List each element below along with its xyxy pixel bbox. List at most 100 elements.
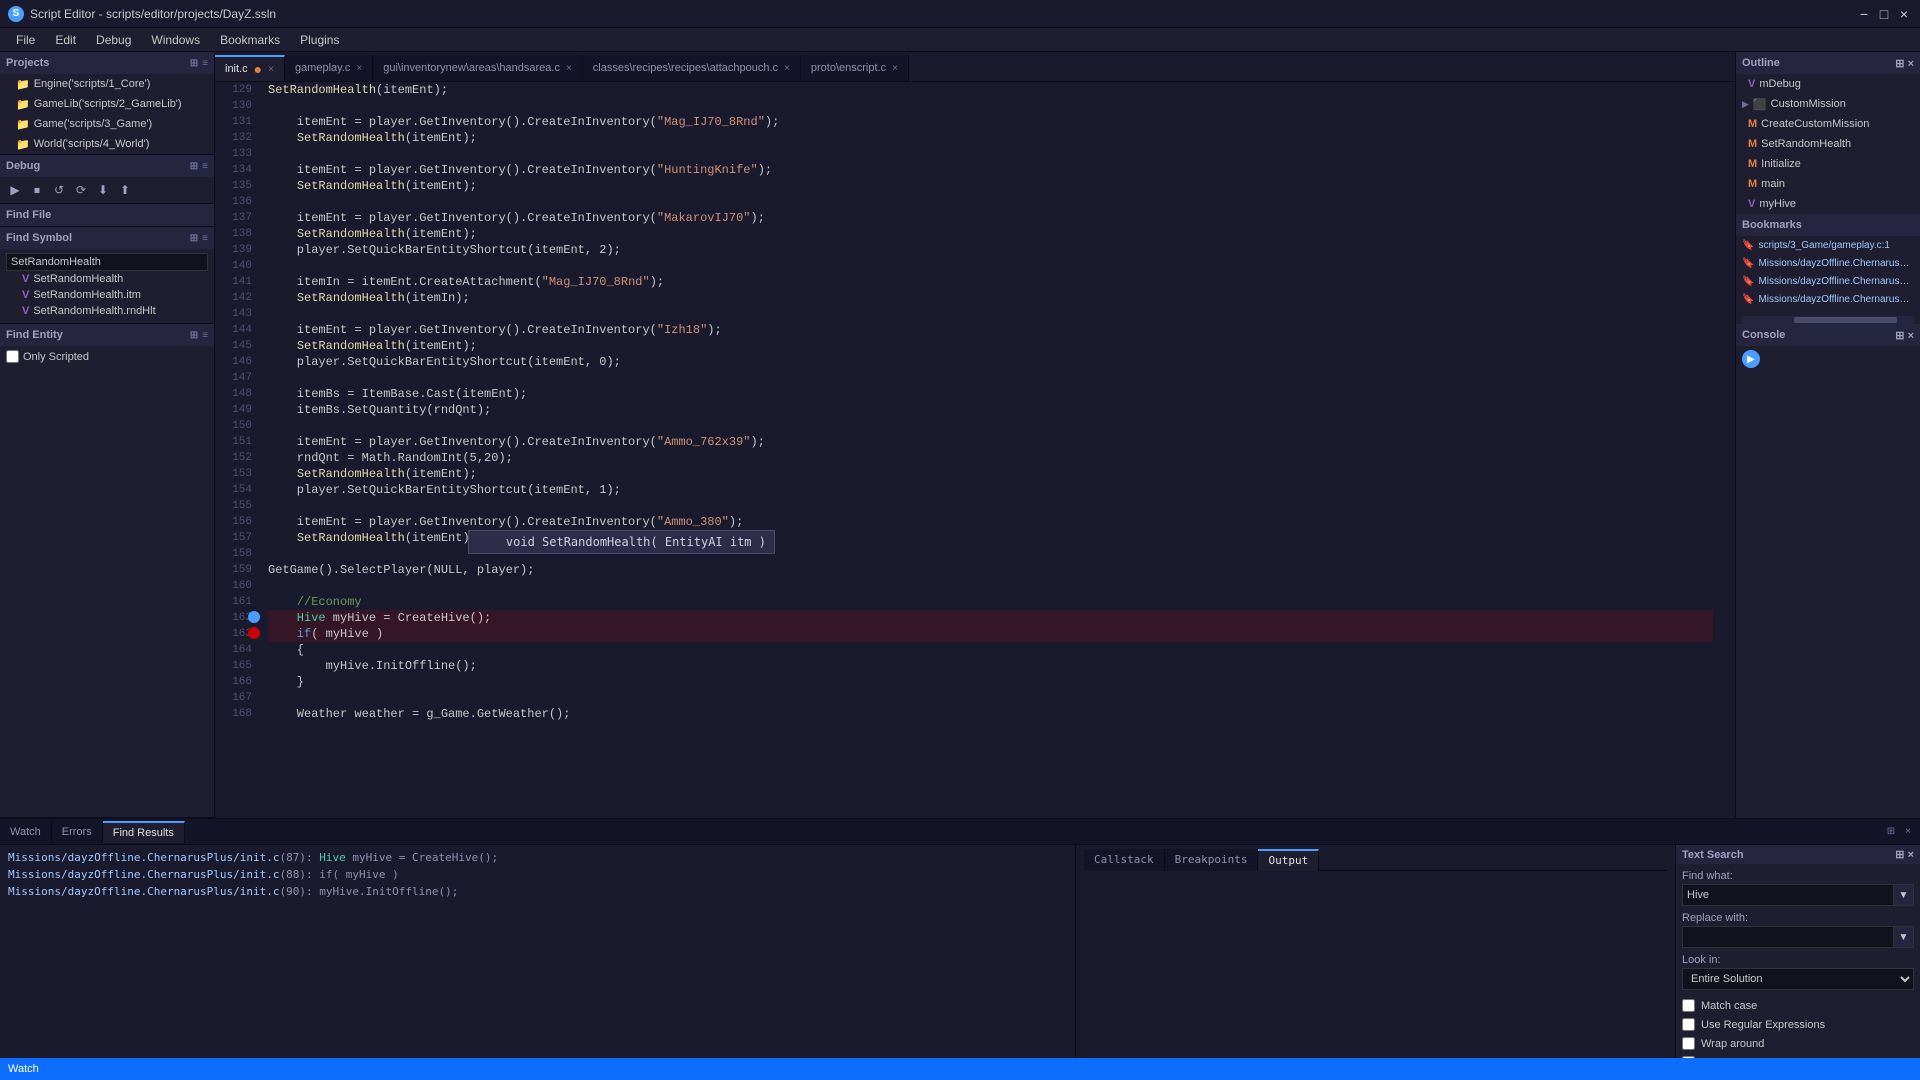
text-search-collapse-icon[interactable]: ⊞	[1895, 849, 1904, 861]
find-what-input[interactable]	[1682, 884, 1894, 906]
code-line-158	[268, 546, 1713, 562]
menu-debug[interactable]: Debug	[88, 31, 139, 49]
debug-step-over-btn[interactable]: ⟳	[72, 181, 90, 199]
use-regex-row: Use Regular Expressions	[1682, 1015, 1914, 1034]
bottom-tab-find-results[interactable]: Find Results	[103, 821, 185, 843]
tab-enscript[interactable]: proto\enscript.c ×	[801, 55, 909, 81]
code-editor[interactable]: 129 130 131 132 133 134 135 136 137 138 …	[215, 82, 1735, 818]
symbol-result-3[interactable]: V SetRandomHealth.rndHlt	[6, 303, 208, 319]
find-result-1[interactable]: Missions/dayzOffline.ChernarusPlus/init.…	[8, 849, 1067, 866]
find-what-dropdown-btn[interactable]: ▼	[1894, 884, 1914, 906]
find-file-header[interactable]: Find File	[0, 204, 214, 226]
output-tab-breakpoints[interactable]: Breakpoints	[1165, 849, 1259, 871]
debug-restart-btn[interactable]: ↺	[50, 181, 68, 199]
console-send-button[interactable]: ▶	[1742, 350, 1760, 368]
menu-bookmarks[interactable]: Bookmarks	[212, 31, 288, 49]
debug-stop-btn[interactable]: ⏹	[28, 181, 46, 199]
menu-plugins[interactable]: Plugins	[292, 31, 347, 49]
line-numbers: 129 130 131 132 133 134 135 136 137 138 …	[215, 82, 260, 722]
symbol-result-1[interactable]: V SetRandomHealth	[6, 271, 208, 287]
outline-mdebug[interactable]: V mDebug	[1736, 74, 1920, 94]
outline-myhive[interactable]: V myHive	[1736, 194, 1920, 214]
output-tab-callstack[interactable]: Callstack	[1084, 849, 1165, 871]
minimize-button[interactable]: −	[1856, 6, 1872, 22]
text-search-header[interactable]: Text Search ⊞ ×	[1676, 845, 1920, 864]
console-collapse-icon[interactable]: ⊞	[1895, 330, 1904, 342]
bookmarks-header[interactable]: Bookmarks	[1736, 214, 1920, 236]
outline-header[interactable]: Outline ⊞ ×	[1736, 52, 1920, 74]
text-search-close-icon[interactable]: ×	[1908, 849, 1914, 861]
output-tab-output[interactable]: Output	[1258, 849, 1319, 871]
find-symbol-collapse-icon[interactable]: ⊞	[190, 233, 198, 244]
find-symbol-header[interactable]: Find Symbol ⊞ ≡	[0, 227, 214, 249]
debug-collapse-icon[interactable]: ⊞	[190, 161, 198, 172]
look-in-select[interactable]: Entire Solution Current File Current Pro…	[1682, 968, 1914, 990]
console-menu-icon[interactable]: ×	[1908, 330, 1914, 342]
find-entity-collapse-icon[interactable]: ⊞	[190, 330, 198, 341]
menu-windows[interactable]: Windows	[143, 31, 208, 49]
code-content: 129 130 131 132 133 134 135 136 137 138 …	[215, 82, 1735, 722]
tab-attachpouch-close-icon[interactable]: ×	[784, 63, 790, 74]
replace-with-dropdown-btn[interactable]: ▼	[1894, 926, 1914, 948]
outline-menu-icon[interactable]: ×	[1908, 58, 1914, 70]
outline-createcustommission[interactable]: M CreateCustomMission	[1736, 114, 1920, 134]
status-watch[interactable]: Watch	[8, 1063, 39, 1075]
tab-init[interactable]: init.c ● ×	[215, 55, 285, 81]
console-header[interactable]: Console ⊞ ×	[1736, 324, 1920, 346]
symbol-result-2[interactable]: V SetRandomHealth.itm	[6, 287, 208, 303]
match-case-checkbox[interactable]	[1682, 999, 1695, 1012]
tab-enscript-close-icon[interactable]: ×	[892, 63, 898, 74]
bookmark-icon: 🔖	[1742, 276, 1754, 287]
find-symbol-input[interactable]	[6, 253, 208, 271]
find-results-collapse-icon[interactable]: ⊞	[1884, 825, 1898, 838]
bookmark-3[interactable]: 🔖 Missions/dayzOffline.ChernarusPlus/ini…	[1736, 272, 1920, 290]
menu-file[interactable]: File	[8, 31, 43, 49]
tab-handsarea-close-icon[interactable]: ×	[566, 63, 572, 74]
tab-gameplay-close-icon[interactable]: ×	[356, 63, 362, 74]
debug-play-btn[interactable]: ▶	[6, 181, 24, 199]
tab-gameplay[interactable]: gameplay.c ×	[285, 55, 373, 81]
menu-edit[interactable]: Edit	[47, 31, 84, 49]
debug-header[interactable]: Debug ⊞ ≡	[0, 155, 214, 177]
projects-menu-icon[interactable]: ≡	[202, 58, 208, 69]
bookmark-1[interactable]: 🔖 scripts/3_Game/gameplay.c:1	[1736, 236, 1920, 254]
code-line-146: player.SetQuickBarEntityShortcut(itemEnt…	[268, 354, 1713, 370]
find-results-panel[interactable]: Missions/dayzOffline.ChernarusPlus/init.…	[0, 845, 1075, 1058]
bottom-tab-errors[interactable]: Errors	[52, 821, 103, 843]
wrap-around-checkbox[interactable]	[1682, 1037, 1695, 1050]
maximize-button[interactable]: □	[1876, 6, 1892, 22]
find-result-3[interactable]: Missions/dayzOffline.ChernarusPlus/init.…	[8, 883, 1067, 900]
tab-init-close-icon[interactable]: ×	[268, 64, 274, 75]
outline-scrollbar-thumb[interactable]	[1794, 317, 1897, 323]
bookmark-2[interactable]: 🔖 Missions/dayzOffline.ChernarusPlus/ini…	[1736, 254, 1920, 272]
debug-step-out-btn[interactable]: ⬆	[116, 181, 134, 199]
tab-attachpouch[interactable]: classes\recipes\recipes\attachpouch.c ×	[583, 55, 801, 81]
outline-custommission[interactable]: ▶ ⬛ CustomMission	[1736, 94, 1920, 114]
projects-collapse-icon[interactable]: ⊞	[190, 58, 198, 69]
project-game[interactable]: 📁 Game('scripts/3_Game')	[0, 114, 214, 134]
debug-step-into-btn[interactable]: ⬇	[94, 181, 112, 199]
find-result-2[interactable]: Missions/dayzOffline.ChernarusPlus/init.…	[8, 866, 1067, 883]
find-entity-header[interactable]: Find Entity ⊞ ≡	[0, 324, 214, 346]
find-symbol-menu-icon[interactable]: ≡	[202, 233, 208, 244]
outline-main[interactable]: M main	[1736, 174, 1920, 194]
outline-setrandomhealth[interactable]: M SetRandomHealth	[1736, 134, 1920, 154]
find-entity-menu-icon[interactable]: ≡	[202, 330, 208, 341]
project-gamelib[interactable]: 📁 GameLib('scripts/2_GameLib')	[0, 94, 214, 114]
outline-collapse-icon[interactable]: ⊞	[1895, 58, 1904, 70]
outline-initialize[interactable]: M Initialize	[1736, 154, 1920, 174]
bottom-tab-watch[interactable]: Watch	[0, 821, 52, 843]
close-button[interactable]: ×	[1896, 6, 1912, 22]
tab-handsarea[interactable]: gui\inventorynew\areas\handsarea.c ×	[373, 55, 583, 81]
projects-header[interactable]: Projects ⊞ ≡	[0, 52, 214, 74]
bookmark-4[interactable]: 🔖 Missions/dayzOffline.ChernarusPlus/ini…	[1736, 290, 1920, 308]
replace-with-input[interactable]	[1682, 926, 1894, 948]
editor-scrollbar[interactable]	[1721, 82, 1735, 722]
project-engine[interactable]: 📁 Engine('scripts/1_Core')	[0, 74, 214, 94]
project-world[interactable]: 📁 World('scripts/4_World')	[0, 134, 214, 154]
find-results-menu-icon[interactable]: ×	[1902, 825, 1914, 838]
only-scripted-checkbox[interactable]	[6, 350, 19, 363]
use-regex-checkbox[interactable]	[1682, 1018, 1695, 1031]
outline-scrollbar-track[interactable]	[1742, 316, 1914, 324]
debug-menu-icon[interactable]: ≡	[202, 161, 208, 172]
